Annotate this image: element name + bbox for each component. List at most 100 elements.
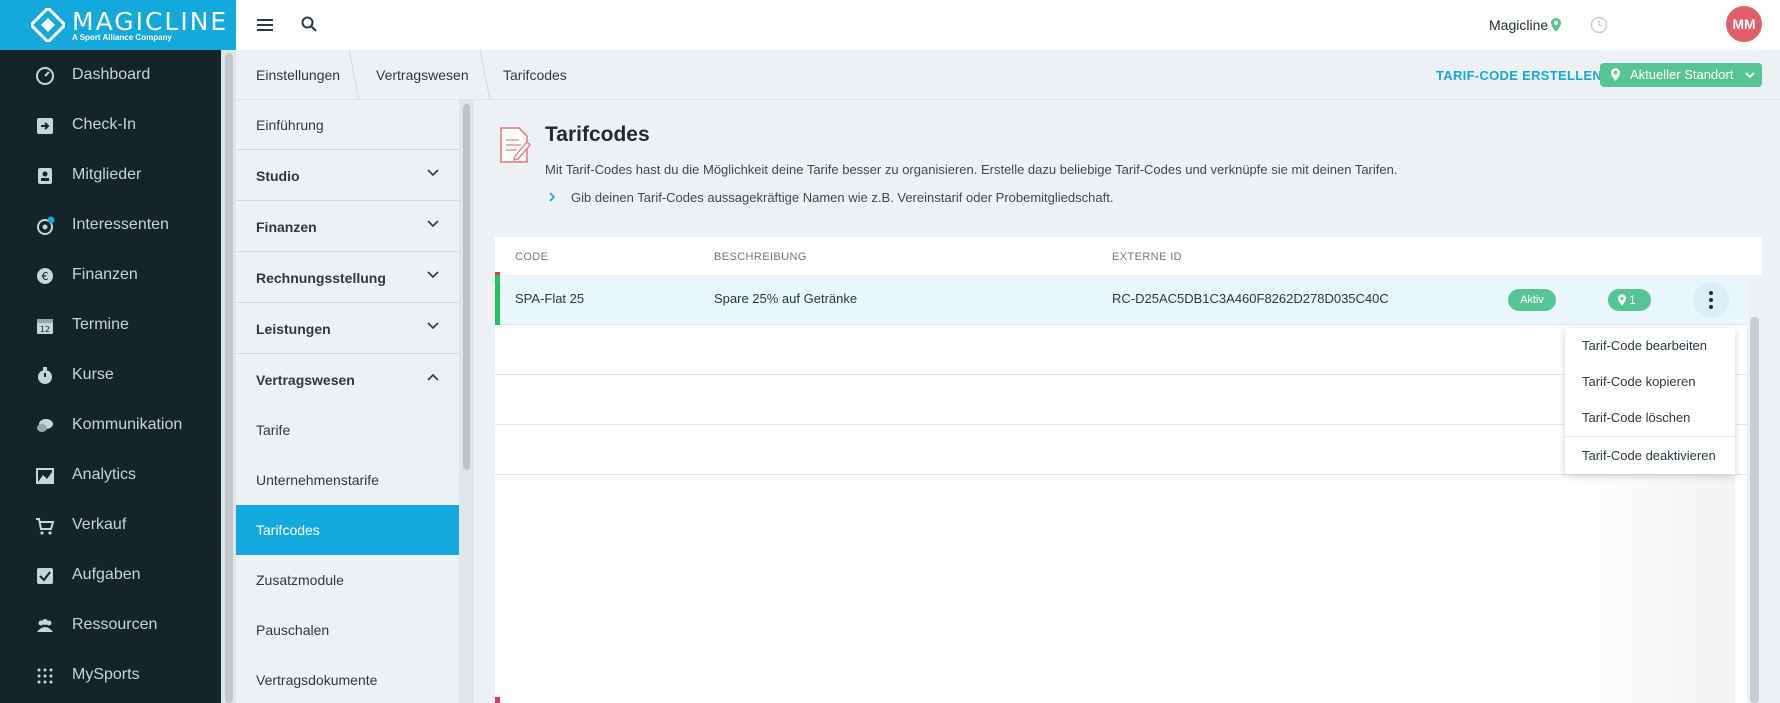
settings-item-zusatzmodule[interactable]: Zusatzmodule xyxy=(236,555,459,605)
menu-item-label: Tarif-Code bearbeiten xyxy=(1582,338,1708,353)
sidebar-item-label: Mitglieder xyxy=(72,166,142,183)
settings-item-label: Tarife xyxy=(256,422,291,438)
members-icon xyxy=(38,168,52,184)
svg-text:12: 12 xyxy=(40,325,50,334)
settings-menu-scrollbar[interactable] xyxy=(463,104,470,470)
row-accent xyxy=(495,697,500,703)
sidebar-item-kurse[interactable]: Kurse xyxy=(0,350,221,400)
sidebar-item-label: Kurse xyxy=(72,366,114,383)
sidebar-item-verkauf[interactable]: Verkauf xyxy=(0,500,221,550)
sidebar-item-aufgaben[interactable]: Aufgaben xyxy=(0,550,221,600)
settings-item-finanzen[interactable]: Finanzen xyxy=(236,202,459,252)
create-tarif-code-button[interactable]: TARIF-CODE ERSTELLEN xyxy=(1436,68,1602,83)
locations-badge[interactable]: 1 xyxy=(1608,289,1651,311)
brand-tagline: A Sport Alliance Company xyxy=(72,33,172,42)
settings-item-einfuehrung[interactable]: Einführung xyxy=(236,100,459,150)
settings-item-label: Zusatzmodule xyxy=(256,572,344,588)
cell-description: Spare 25% auf Getränke xyxy=(714,291,858,306)
sidebar-item-label: Ressourcen xyxy=(72,616,158,633)
settings-item-tarifcodes[interactable]: Tarifcodes xyxy=(236,505,459,555)
menu-item-edit[interactable]: Tarif-Code bearbeiten xyxy=(1565,328,1735,364)
location-selector[interactable]: Aktueller Standort xyxy=(1600,63,1762,87)
menu-item-label: Tarif-Code löschen xyxy=(1582,410,1691,425)
sidebar-item-mitglieder[interactable]: Mitglieder xyxy=(0,150,221,200)
column-header-externe-id[interactable]: EXTERNE ID xyxy=(1112,251,1182,263)
settings-item-label: Finanzen xyxy=(256,219,317,235)
sidebar-item-label: Kommunikation xyxy=(72,416,183,433)
sidebar-item-label: Analytics xyxy=(72,466,137,483)
settings-item-studio[interactable]: Studio xyxy=(236,151,459,201)
settings-item-vertragswesen[interactable]: Vertragswesen xyxy=(236,355,459,405)
breadcrumb-einstellungen[interactable]: Einstellungen xyxy=(256,67,340,83)
check-in-icon xyxy=(37,118,53,134)
cell-code: SPA-Flat 25 xyxy=(515,291,585,306)
studio-name[interactable]: Magicline xyxy=(1489,17,1548,33)
settings-item-unternehmenstarife[interactable]: Unternehmenstarife xyxy=(236,455,459,505)
settings-item-label: Pauschalen xyxy=(256,622,330,638)
document-edit-icon xyxy=(500,127,531,163)
sidebar-item-label: Termine xyxy=(72,316,129,333)
breadcrumb-separator xyxy=(348,50,360,100)
chart-icon xyxy=(36,468,54,484)
cart-icon xyxy=(36,518,55,535)
sidebar-scrollbar[interactable] xyxy=(225,53,233,703)
menu-item-label: Tarif-Code deaktivieren xyxy=(1582,448,1716,463)
settings-item-label: Rechnungsstellung xyxy=(256,270,386,286)
empty-row xyxy=(495,375,1747,425)
people-icon xyxy=(37,619,53,632)
settings-item-tarife[interactable]: Tarife xyxy=(236,405,459,455)
menu-toggle-icon[interactable] xyxy=(257,16,273,34)
top-bar: MAGICLINE A Sport Alliance Company Magic… xyxy=(0,0,1780,50)
settings-item-label: Studio xyxy=(256,168,300,184)
row-actions-menu: Tarif-Code bearbeiten Tarif-Code kopiere… xyxy=(1565,328,1735,474)
settings-item-pauschalen[interactable]: Pauschalen xyxy=(236,605,459,655)
breadcrumb-tarifcodes: Tarifcodes xyxy=(503,67,567,83)
breadcrumb-vertragswesen[interactable]: Vertragswesen xyxy=(376,67,469,83)
column-header-code[interactable]: CODE xyxy=(515,251,548,263)
sidebar-item-analytics[interactable]: Analytics xyxy=(0,450,221,500)
sidebar-item-label: Interessenten xyxy=(72,216,169,233)
sidebar-item-termine[interactable]: 12 Termine xyxy=(0,300,221,350)
sidebar-item-kommunikation[interactable]: Kommunikation xyxy=(0,400,221,450)
sidebar-item-check-in[interactable]: Check-In xyxy=(0,100,221,150)
sidebar-item-label: Aufgaben xyxy=(72,566,141,583)
row-actions-button[interactable] xyxy=(1693,282,1729,318)
logo[interactable]: MAGICLINE A Sport Alliance Company xyxy=(0,0,236,50)
sidebar-item-ressourcen[interactable]: Ressourcen xyxy=(0,600,221,650)
mysports-icon xyxy=(37,668,53,684)
prospects-icon xyxy=(37,216,55,235)
sidebar-item-dashboard[interactable]: Dashboard xyxy=(0,50,221,100)
empty-row xyxy=(495,325,1747,375)
table-scrollbar[interactable] xyxy=(1750,317,1759,703)
chevron-down-icon xyxy=(427,322,439,330)
page-description: Mit Tarif-Codes hast du die Möglichkeit … xyxy=(545,162,1398,177)
sidebar-item-label: Verkauf xyxy=(72,516,127,533)
settings-item-label: Vertragsdokumente xyxy=(256,672,378,688)
settings-item-vertragsdokumente[interactable]: Vertragsdokumente xyxy=(236,655,459,703)
location-pin-icon xyxy=(1618,294,1626,306)
chat-icon xyxy=(37,419,53,432)
checkbox-icon xyxy=(37,568,53,584)
menu-item-deactivate[interactable]: Tarif-Code deaktivieren xyxy=(1565,438,1735,474)
menu-item-delete[interactable]: Tarif-Code löschen xyxy=(1565,400,1735,436)
sidebar-item-label: Finanzen xyxy=(72,266,138,283)
sidebar-item-finanzen[interactable]: € Finanzen xyxy=(0,250,221,300)
sidebar-item-mysports[interactable]: MySports xyxy=(0,650,221,700)
stopwatch-icon xyxy=(38,367,52,384)
magicline-logo-icon xyxy=(31,8,65,42)
settings-item-label: Leistungen xyxy=(256,321,331,337)
settings-item-leistungen[interactable]: Leistungen xyxy=(236,304,459,354)
sidebar-item-interessenten[interactable]: Interessenten xyxy=(0,200,221,250)
user-avatar[interactable]: MM xyxy=(1726,6,1762,42)
column-header-beschreibung[interactable]: BESCHREIBUNG xyxy=(714,251,807,263)
search-icon[interactable] xyxy=(300,15,318,33)
settings-item-rechnungsstellung[interactable]: Rechnungsstellung xyxy=(236,253,459,303)
menu-item-copy[interactable]: Tarif-Code kopieren xyxy=(1565,364,1735,400)
status-badge: Aktiv xyxy=(1508,289,1556,311)
table-row[interactable]: SPA-Flat 25 Spare 25% auf Getränke RC-D2… xyxy=(495,272,1747,325)
settings-item-label: Tarifcodes xyxy=(256,522,320,538)
chevron-down-icon xyxy=(427,271,439,279)
clock-icon[interactable] xyxy=(1590,16,1608,34)
settings-item-label: Einführung xyxy=(256,117,324,133)
chevron-down-icon xyxy=(1745,72,1755,79)
